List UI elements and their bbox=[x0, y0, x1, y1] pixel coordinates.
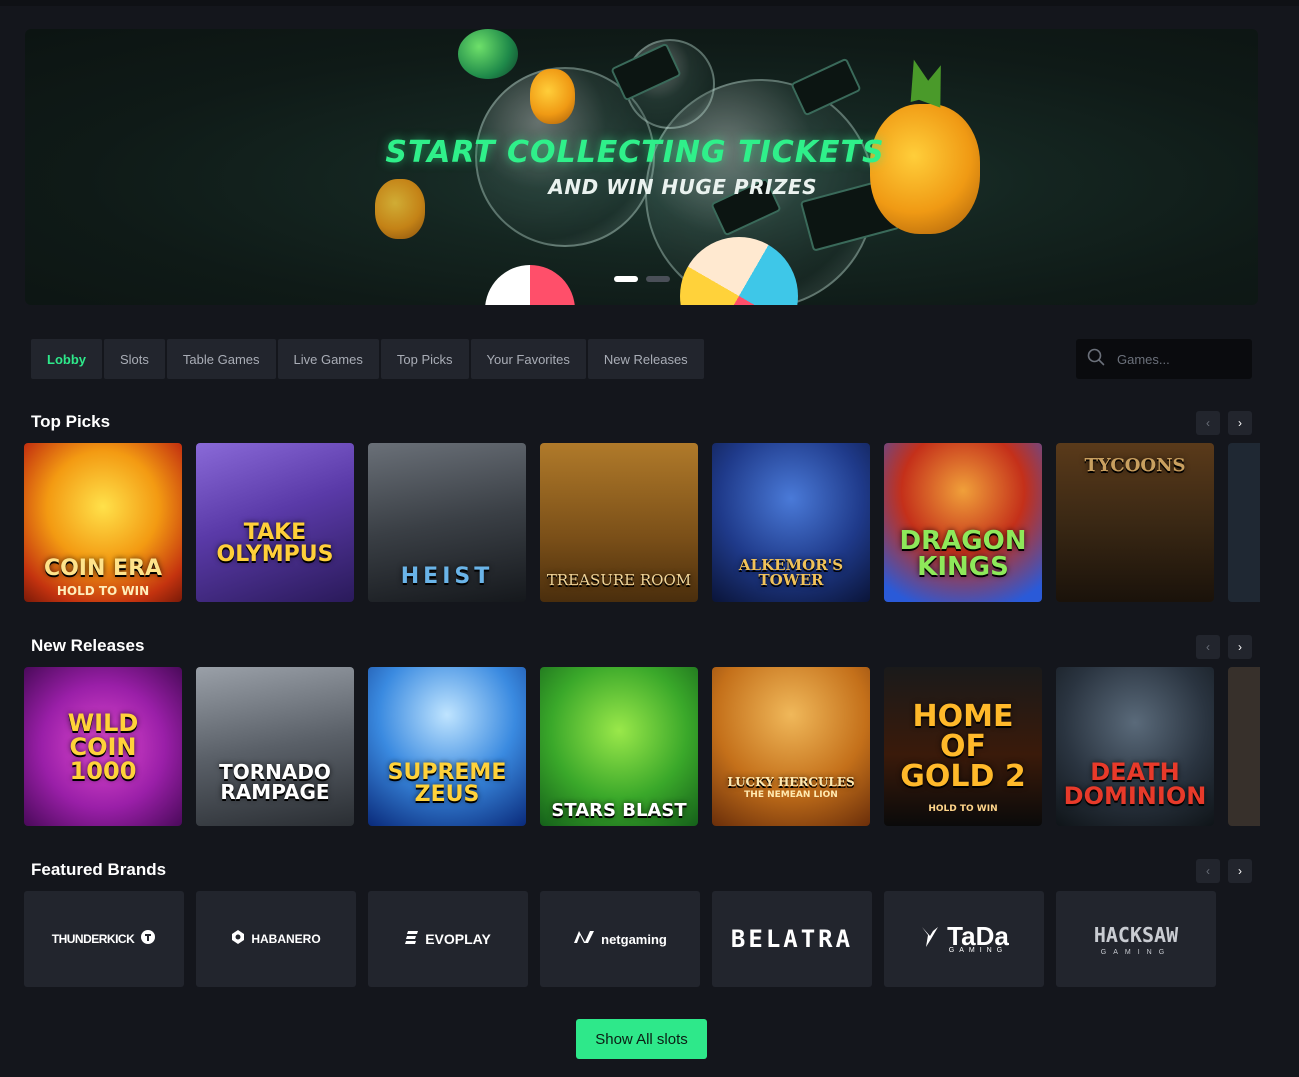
pineapple-decoration bbox=[530, 69, 575, 124]
game-card-lucky-hercules[interactable]: LUCKY HERCULES THE NEMEAN LION bbox=[712, 667, 870, 826]
brand-belatra[interactable]: BELATRA bbox=[712, 891, 872, 987]
game-title: TREASURE ROOM bbox=[546, 571, 692, 589]
game-card-treasure-room[interactable]: TREASURE ROOM bbox=[540, 443, 698, 602]
promo-banner[interactable]: START COLLECTING TICKETS AND WIN HUGE PR… bbox=[25, 29, 1258, 305]
game-title: TORNADO RAMPAGE bbox=[219, 760, 331, 804]
brand-evoplay[interactable]: EVOPLAY bbox=[368, 891, 528, 987]
new-releases-arrows: ‹ › bbox=[1196, 635, 1252, 659]
top-picks-prev-button[interactable]: ‹ bbox=[1196, 411, 1220, 435]
game-title: STARS BLAST bbox=[551, 800, 687, 821]
brand-tada-gaming[interactable]: TaDa GAMING bbox=[884, 891, 1044, 987]
tab-slots[interactable]: Slots bbox=[104, 339, 165, 379]
game-card-wild-coin-1000[interactable]: WILD COIN 1000 bbox=[24, 667, 182, 826]
next-card-peek bbox=[1228, 667, 1260, 826]
brand-habanero[interactable]: HABANERO bbox=[196, 891, 356, 987]
thunderkick-logo-icon bbox=[140, 929, 156, 950]
game-title: ALKEMOR'S TOWER bbox=[738, 556, 844, 589]
section-title-new-releases: New Releases bbox=[31, 636, 145, 655]
game-card-supreme-zeus[interactable]: SUPREME ZEUS bbox=[368, 667, 526, 826]
top-strip bbox=[0, 0, 1299, 6]
game-title: TYCOONS bbox=[1084, 455, 1186, 476]
category-tabs: Lobby Slots Table Games Live Games Top P… bbox=[31, 339, 704, 379]
game-title: WILD COIN 1000 bbox=[67, 708, 139, 785]
game-title: LUCKY HERCULES bbox=[727, 775, 855, 789]
brand-name: HACKSAW bbox=[1093, 922, 1179, 947]
top-picks-row: COIN ERA HOLD TO WIN TAKE OLYMPUS HEIST … bbox=[24, 443, 1260, 603]
section-title-top-picks: Top Picks bbox=[31, 412, 111, 431]
banner-subtitle: AND WIN HUGE PRIZES bbox=[548, 175, 817, 199]
tab-top-picks[interactable]: Top Picks bbox=[380, 339, 469, 379]
game-title: SUPREME ZEUS bbox=[387, 760, 507, 807]
featured-brands-row: THUNDERKICK HABANERO EVOPLAY netgaming B… bbox=[24, 891, 1260, 987]
banner-title: START COLLECTING TICKETS bbox=[385, 135, 885, 170]
tada-logo-icon bbox=[919, 925, 941, 954]
tab-live-games[interactable]: Live Games bbox=[277, 339, 379, 379]
search-icon bbox=[1087, 348, 1105, 371]
search-box bbox=[1076, 339, 1252, 379]
tab-new-releases[interactable]: New Releases bbox=[587, 339, 704, 379]
game-subtitle: THE NEMEAN LION bbox=[744, 790, 838, 800]
brand-name: netgaming bbox=[601, 931, 667, 947]
netgaming-logo-icon bbox=[573, 930, 595, 949]
evoplay-logo-icon bbox=[405, 930, 419, 949]
tab-table-games[interactable]: Table Games bbox=[166, 339, 276, 379]
new-releases-row: WILD COIN 1000 TORNADO RAMPAGE SUPREME Z… bbox=[24, 667, 1260, 827]
brand-name: BELATRA bbox=[730, 925, 854, 953]
game-card-coin-era[interactable]: COIN ERA HOLD TO WIN bbox=[24, 443, 182, 602]
game-subtitle: HOLD TO WIN bbox=[928, 804, 998, 814]
search-input[interactable] bbox=[1117, 351, 1247, 367]
game-title: DEATH DOMINION bbox=[1063, 758, 1207, 810]
top-picks-next-button[interactable]: › bbox=[1228, 411, 1252, 435]
game-card-alkemors-tower[interactable]: ALKEMOR'S TOWER bbox=[712, 443, 870, 602]
beach-ball-decoration bbox=[458, 29, 518, 79]
game-title: HOME OF GOLD 2 bbox=[900, 698, 1026, 794]
habanero-logo-icon bbox=[231, 929, 245, 950]
brand-name: TaDa bbox=[947, 920, 1009, 951]
game-card-home-of-gold-2[interactable]: HOME OF GOLD 2 HOLD TO WIN bbox=[884, 667, 1042, 826]
featured-brands-arrows: ‹ › bbox=[1196, 859, 1252, 883]
new-releases-prev-button[interactable]: ‹ bbox=[1196, 635, 1220, 659]
brand-subname: GAMING bbox=[1100, 948, 1172, 956]
featured-brands-prev-button[interactable]: ‹ bbox=[1196, 859, 1220, 883]
game-subtitle: HOLD TO WIN bbox=[56, 584, 150, 598]
brand-name: EVOPLAY bbox=[425, 931, 491, 947]
new-releases-next-button[interactable]: › bbox=[1228, 635, 1252, 659]
brand-hacksaw-gaming[interactable]: HACKSAW GAMING bbox=[1056, 891, 1216, 987]
game-title: DRAGON KINGS bbox=[899, 526, 1027, 582]
game-card-heist[interactable]: HEIST bbox=[368, 443, 526, 602]
game-card-stars-blast[interactable]: STARS BLAST bbox=[540, 667, 698, 826]
game-title: HEIST bbox=[400, 564, 494, 589]
game-card-tycoons[interactable]: TYCOONS bbox=[1056, 443, 1214, 602]
tada-wordmark: TaDa GAMING bbox=[947, 920, 1009, 954]
game-title: TAKE OLYMPUS bbox=[216, 520, 334, 567]
carousel-dot-2[interactable] bbox=[646, 276, 670, 282]
brand-netgaming[interactable]: netgaming bbox=[540, 891, 700, 987]
show-all-slots-button[interactable]: Show All slots bbox=[576, 1019, 707, 1059]
featured-brands-next-button[interactable]: › bbox=[1228, 859, 1252, 883]
top-picks-arrows: ‹ › bbox=[1196, 411, 1252, 435]
brand-name: HABANERO bbox=[251, 932, 321, 946]
carousel-dots bbox=[614, 276, 670, 282]
carousel-dot-1[interactable] bbox=[614, 276, 638, 282]
beach-ball-decoration bbox=[485, 265, 575, 305]
brand-thunderkick[interactable]: THUNDERKICK bbox=[24, 891, 184, 987]
game-card-dragon-kings[interactable]: DRAGON KINGS bbox=[884, 443, 1042, 602]
game-card-tornado-rampage[interactable]: TORNADO RAMPAGE bbox=[196, 667, 354, 826]
brand-subname: GAMING bbox=[948, 946, 1008, 954]
section-title-featured-brands: Featured Brands bbox=[31, 860, 167, 879]
tab-lobby[interactable]: Lobby bbox=[31, 339, 102, 379]
tab-your-favorites[interactable]: Your Favorites bbox=[470, 339, 586, 379]
game-card-take-olympus[interactable]: TAKE OLYMPUS bbox=[196, 443, 354, 602]
next-card-peek bbox=[1228, 443, 1260, 602]
brand-name: THUNDERKICK bbox=[51, 932, 135, 946]
game-card-death-dominion[interactable]: DEATH DOMINION bbox=[1056, 667, 1214, 826]
